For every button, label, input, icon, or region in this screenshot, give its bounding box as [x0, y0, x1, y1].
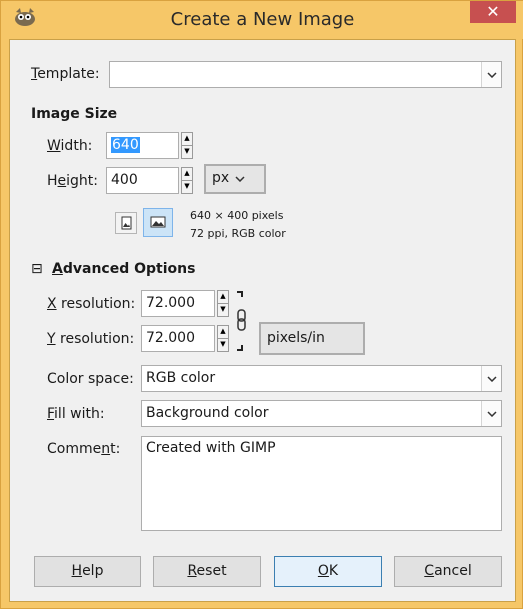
- portrait-button[interactable]: [115, 212, 137, 234]
- image-info-size: 640 × 400 pixels: [190, 209, 284, 222]
- y-resolution-label: Y resolution:: [47, 331, 135, 347]
- spin-up-icon[interactable]: ▲: [218, 326, 228, 339]
- help-button[interactable]: Help: [34, 556, 141, 587]
- comment-textarea[interactable]: Created with GIMP: [141, 436, 502, 531]
- title-bar[interactable]: Create a New Image ✕: [1, 1, 523, 39]
- x-resolution-spinner[interactable]: ▲ ▼: [217, 290, 229, 317]
- dialog-window: Create a New Image ✕ Template: Image Siz…: [0, 0, 523, 609]
- width-spinner[interactable]: ▲ ▼: [181, 132, 193, 159]
- spin-down-icon[interactable]: ▼: [182, 181, 192, 194]
- chevron-down-icon: [481, 62, 501, 87]
- image-info-resolution: 72 ppi, RGB color: [190, 227, 286, 240]
- reset-button[interactable]: Reset: [153, 556, 261, 587]
- window-title: Create a New Image: [170, 9, 355, 30]
- spin-up-icon[interactable]: ▲: [218, 291, 228, 304]
- unit-select[interactable]: px: [204, 164, 266, 194]
- chevron-down-icon: [481, 401, 501, 426]
- landscape-button[interactable]: [143, 208, 173, 237]
- fill-with-label: Fill with:: [47, 406, 105, 422]
- dialog-body: Template: Image Size Width: 640 ▲ ▼ Heig…: [9, 39, 516, 602]
- spin-down-icon[interactable]: ▼: [182, 146, 192, 159]
- color-space-label: Color space:: [47, 371, 134, 387]
- spin-up-icon[interactable]: ▲: [182, 168, 192, 181]
- height-label: Height:: [47, 173, 99, 189]
- ok-button[interactable]: OK: [274, 556, 382, 587]
- spin-down-icon[interactable]: ▼: [218, 339, 228, 352]
- x-resolution-input[interactable]: 72.000: [141, 290, 215, 317]
- chevron-down-icon: [481, 366, 501, 391]
- collapse-toggle-icon[interactable]: ⊟: [31, 261, 43, 277]
- cancel-button[interactable]: Cancel: [394, 556, 502, 587]
- image-size-heading: Image Size: [31, 106, 118, 122]
- spin-up-icon[interactable]: ▲: [182, 133, 192, 146]
- y-resolution-spinner[interactable]: ▲ ▼: [217, 325, 229, 352]
- y-resolution-input[interactable]: 72.000: [141, 325, 215, 352]
- height-input[interactable]: 400: [106, 167, 179, 194]
- x-resolution-label: X resolution:: [47, 296, 136, 312]
- resolution-unit-select[interactable]: pixels/in: [259, 322, 365, 355]
- landscape-icon: [150, 216, 166, 228]
- width-input[interactable]: 640: [106, 132, 179, 159]
- chevron-down-icon: [235, 176, 245, 182]
- advanced-options-heading[interactable]: Advanced Options: [52, 261, 195, 277]
- portrait-icon: [121, 216, 132, 230]
- template-select[interactable]: [109, 61, 502, 88]
- height-spinner[interactable]: ▲ ▼: [181, 167, 193, 194]
- template-label: Template:: [31, 66, 100, 82]
- spin-down-icon[interactable]: ▼: [218, 304, 228, 317]
- chain-link-icon[interactable]: [234, 290, 250, 352]
- color-space-select[interactable]: RGB color: [141, 365, 502, 392]
- comment-label: Comment:: [47, 441, 121, 457]
- close-button[interactable]: ✕: [470, 1, 516, 23]
- width-label: Width:: [47, 138, 93, 154]
- fill-with-select[interactable]: Background color: [141, 400, 502, 427]
